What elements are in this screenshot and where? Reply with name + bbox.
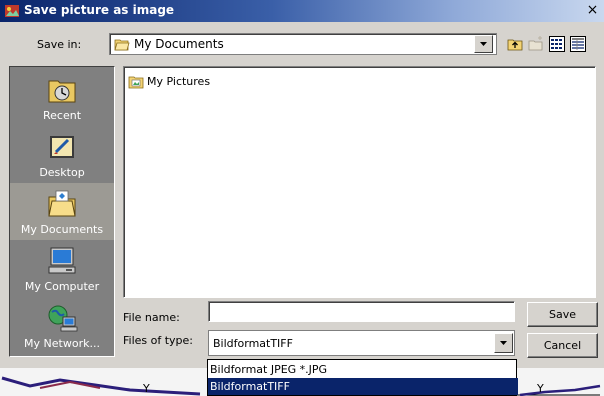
file-type-option-selected[interactable]: BildformatTIFF [208, 378, 518, 395]
file-type-dropdown-button[interactable] [494, 333, 513, 353]
chevron-down-icon [500, 341, 507, 345]
close-button[interactable]: × [584, 3, 601, 19]
place-my-network[interactable]: My Network... [10, 297, 114, 354]
place-label: Recent [42, 109, 82, 122]
chevron-down-icon [480, 42, 487, 46]
file-name-text: My Pictures [147, 75, 211, 88]
save-in-label: Save in: [37, 38, 82, 51]
cancel-button[interactable]: Cancel [527, 333, 598, 358]
place-label: Desktop [39, 166, 85, 179]
recent-icon [48, 80, 76, 103]
file-name-label: File name: [123, 311, 180, 324]
file-list[interactable]: My Pictures [123, 66, 596, 298]
background-mark: Y [536, 382, 544, 395]
window-title: Save picture as image [24, 3, 175, 17]
folder-icon [128, 76, 144, 89]
app-icon [5, 5, 19, 17]
place-recent[interactable]: Recent [10, 69, 114, 126]
place-label: My Network... [24, 337, 100, 350]
my-documents-icon [48, 190, 76, 217]
up-folder-icon[interactable] [506, 35, 524, 53]
file-type-options-list[interactable]: Bildformat JPEG *.JPG BildformatTIFF [207, 359, 518, 396]
my-computer-icon [48, 247, 76, 274]
open-folder-icon [114, 39, 130, 51]
new-folder-icon[interactable] [527, 35, 545, 53]
file-type-combo[interactable]: BildformatTIFF [208, 330, 515, 356]
file-name-input[interactable] [208, 301, 515, 322]
save-in-dropdown-button[interactable] [474, 35, 493, 53]
title-bar[interactable]: Save picture as image × [0, 0, 604, 22]
list-view-icon[interactable] [548, 35, 566, 53]
list-item[interactable]: My Pictures [128, 75, 210, 89]
desktop-icon [50, 136, 74, 158]
background-mark: Y [142, 382, 150, 395]
file-type-option[interactable]: Bildformat JPEG *.JPG [208, 361, 518, 378]
save-in-combo[interactable]: My Documents [109, 33, 497, 55]
place-label: My Documents [20, 223, 104, 236]
places-bar: Recent Desktop My Documents My Computer [9, 66, 115, 357]
place-my-documents[interactable]: My Documents [10, 183, 114, 240]
place-desktop[interactable]: Desktop [10, 126, 114, 183]
place-my-computer[interactable]: My Computer [10, 240, 114, 297]
place-label: My Computer [24, 280, 100, 293]
save-in-value: My Documents [134, 37, 224, 51]
file-type-label: Files of type: [123, 334, 194, 347]
file-type-value: BildformatTIFF [213, 337, 293, 350]
my-network-icon [48, 305, 78, 332]
save-button[interactable]: Save [527, 302, 598, 327]
details-view-icon[interactable] [569, 35, 587, 53]
